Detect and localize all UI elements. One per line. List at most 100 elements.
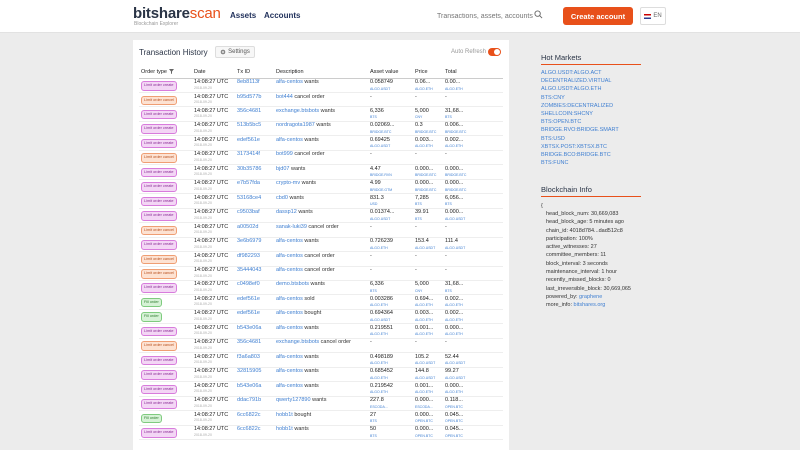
price-symbol-link[interactable]: ALGO.USDT [415,361,443,367]
total-symbol-link[interactable]: ALGO.USDT [445,246,503,252]
account-link[interactable]: alfa-centos [276,325,303,331]
tx-id-link[interactable]: b95d577b [237,94,261,100]
asset-symbol-link[interactable]: ALGO.USDT [370,87,413,93]
total-symbol-link[interactable]: ALGO.ETH [445,332,503,338]
language-selector[interactable]: EN [640,7,666,25]
tx-id-link[interactable]: 3173414f [237,151,260,158]
total-symbol-link[interactable]: OPEN.BTC [445,419,503,425]
price-symbol-link[interactable]: OPEN.BTC [415,419,443,425]
tx-id-link[interactable]: f3a6a803 [237,354,260,360]
account-link[interactable]: sanak-luki39 [276,224,307,230]
asset-symbol-link[interactable]: ALGO.USDT [370,217,413,223]
asset-symbol-link[interactable]: ALGO.ETH [370,332,413,338]
info-link[interactable]: bitshares.org [574,302,606,308]
total-symbol-link[interactable]: ALGO.ETH [445,318,503,324]
asset-symbol-link[interactable]: BTS [370,115,413,121]
total-symbol-link[interactable]: ALGO.USDT [445,217,503,223]
account-link[interactable]: exchange.btsbots [276,339,319,346]
account-link[interactable]: bot999 [276,151,293,158]
price-symbol-link[interactable]: ALGO.USDT [415,246,443,252]
column-header-order-type[interactable]: Order type [139,66,192,79]
tx-id-link[interactable]: 6cc6822c [237,412,261,418]
account-link[interactable]: crypto-mv [276,180,300,187]
hot-market-link[interactable]: BRIDGE.RVO:BRIDGE.SMART [541,126,619,134]
create-account-button[interactable]: Create account [563,7,633,25]
hot-market-link[interactable]: BTS:FUNC [541,159,619,167]
total-symbol-link[interactable]: BRIDGE.BTC [445,173,503,179]
hot-market-link[interactable]: DECENTRALIZED.VIRTUAL [541,77,619,85]
tx-id-link[interactable]: ddac791b [237,397,261,404]
hot-market-link[interactable]: ALGO.USDT:ALGO.ETH [541,85,619,93]
nav-assets[interactable]: Assets [230,11,256,20]
total-symbol-link[interactable]: BTS [445,289,503,295]
total-symbol-link[interactable]: OPEN.BTC [445,434,503,440]
total-symbol-link[interactable]: ALGO.ETH [445,87,503,93]
tx-id-link[interactable]: b543e06a [237,325,261,331]
tx-id-link[interactable]: 356c4681 [237,108,261,114]
asset-symbol-link[interactable]: BTS [370,289,413,295]
account-link[interactable]: dassp12 [276,209,297,216]
search-input[interactable] [437,10,547,22]
account-link[interactable]: hobb1t [276,412,293,418]
account-link[interactable]: exchange.btsbots [276,108,319,114]
account-link[interactable]: demo.btsbots [276,281,309,288]
tx-id-link[interactable]: e7b57fda [237,180,260,187]
tx-id-link[interactable]: 35444043 [237,267,261,273]
hot-market-link[interactable]: BRIDGE.BCO:BRIDGE.BTC [541,151,619,159]
asset-symbol-link[interactable]: BTS [370,434,413,440]
account-link[interactable]: alfa-centos [276,267,303,273]
account-link[interactable]: bot444 [276,94,293,100]
tx-id-link[interactable]: 3e6b6979 [237,238,261,244]
price-symbol-link[interactable]: OPEN.BTC [415,434,443,440]
hot-market-link[interactable]: SHELLCOIN:SHCNY [541,110,619,118]
total-symbol-link[interactable]: ALGO.ETH [445,144,503,150]
tx-id-link[interactable]: 513b5bc5 [237,122,261,129]
price-symbol-link[interactable]: BTS [415,202,443,208]
tx-id-link[interactable]: b543e06a [237,383,261,389]
asset-symbol-link[interactable]: ALGO.ETH [370,361,413,367]
account-link[interactable]: alfa-centos [276,137,303,143]
asset-symbol-link[interactable]: ALGO.ETH [370,303,413,309]
account-link[interactable]: hobb1t [276,426,293,433]
account-link[interactable]: alfa-centos [276,296,303,302]
price-symbol-link[interactable]: ESCODA... [415,405,443,411]
tx-id-link[interactable]: c9503baf [237,209,260,216]
asset-symbol-link[interactable]: BRIDGE.BTC [370,130,413,136]
total-symbol-link[interactable]: BTS [445,115,503,121]
total-symbol-link[interactable]: ALGO.ETH [445,303,503,309]
price-symbol-link[interactable]: ALGO.USDT [415,376,443,382]
tx-id-link[interactable]: 30b35786 [237,166,261,172]
account-link[interactable]: bjd07 [276,166,289,172]
total-symbol-link[interactable]: OPEN.BTC [445,405,503,411]
tx-id-link[interactable]: df982293 [237,253,260,259]
settings-button[interactable]: Settings [215,46,255,58]
tx-id-link[interactable]: 32815905 [237,368,261,375]
total-symbol-link[interactable]: ALGO.ETH [445,390,503,396]
price-symbol-link[interactable]: CNY [415,115,443,121]
total-symbol-link[interactable]: BRIDGE.BTC [445,188,503,194]
price-symbol-link[interactable]: BTS [415,217,443,223]
tx-id-link[interactable]: edef561e [237,296,260,302]
price-symbol-link[interactable]: BRIDGE.BTC [415,130,443,136]
asset-symbol-link[interactable]: ESCODA... [370,405,413,411]
asset-symbol-link[interactable]: BTS [370,419,413,425]
asset-symbol-link[interactable]: ALGO.ETH [370,390,413,396]
asset-symbol-link[interactable]: BRIDGE.GTM [370,188,413,194]
nav-accounts[interactable]: Accounts [264,11,300,20]
search-icon[interactable] [534,10,543,19]
tx-id-link[interactable]: 6cc6822c [237,426,261,433]
total-symbol-link[interactable]: BRIDGE.BTC [445,130,503,136]
tx-id-link[interactable]: edef561e [237,310,260,317]
hot-market-link[interactable]: ZOMBIES:DECENTRALIZED [541,102,619,110]
hot-market-link[interactable]: ALGO.USDT:ALGO.ACT [541,69,619,77]
account-link[interactable]: alfa-centos [276,79,303,85]
account-link[interactable]: alfa-centos [276,310,303,317]
auto-refresh-toggle[interactable] [488,48,501,56]
price-symbol-link[interactable]: ALGO.ETH [415,87,443,93]
asset-symbol-link[interactable]: ALGO.USDT [370,318,413,324]
logo[interactable]: bitsharescan [133,5,221,22]
price-symbol-link[interactable]: CNY [415,289,443,295]
total-symbol-link[interactable]: BTS [445,202,503,208]
tx-id-link[interactable]: edef561e [237,137,260,143]
hot-market-link[interactable]: BTS:OPEN.BTC [541,118,619,126]
